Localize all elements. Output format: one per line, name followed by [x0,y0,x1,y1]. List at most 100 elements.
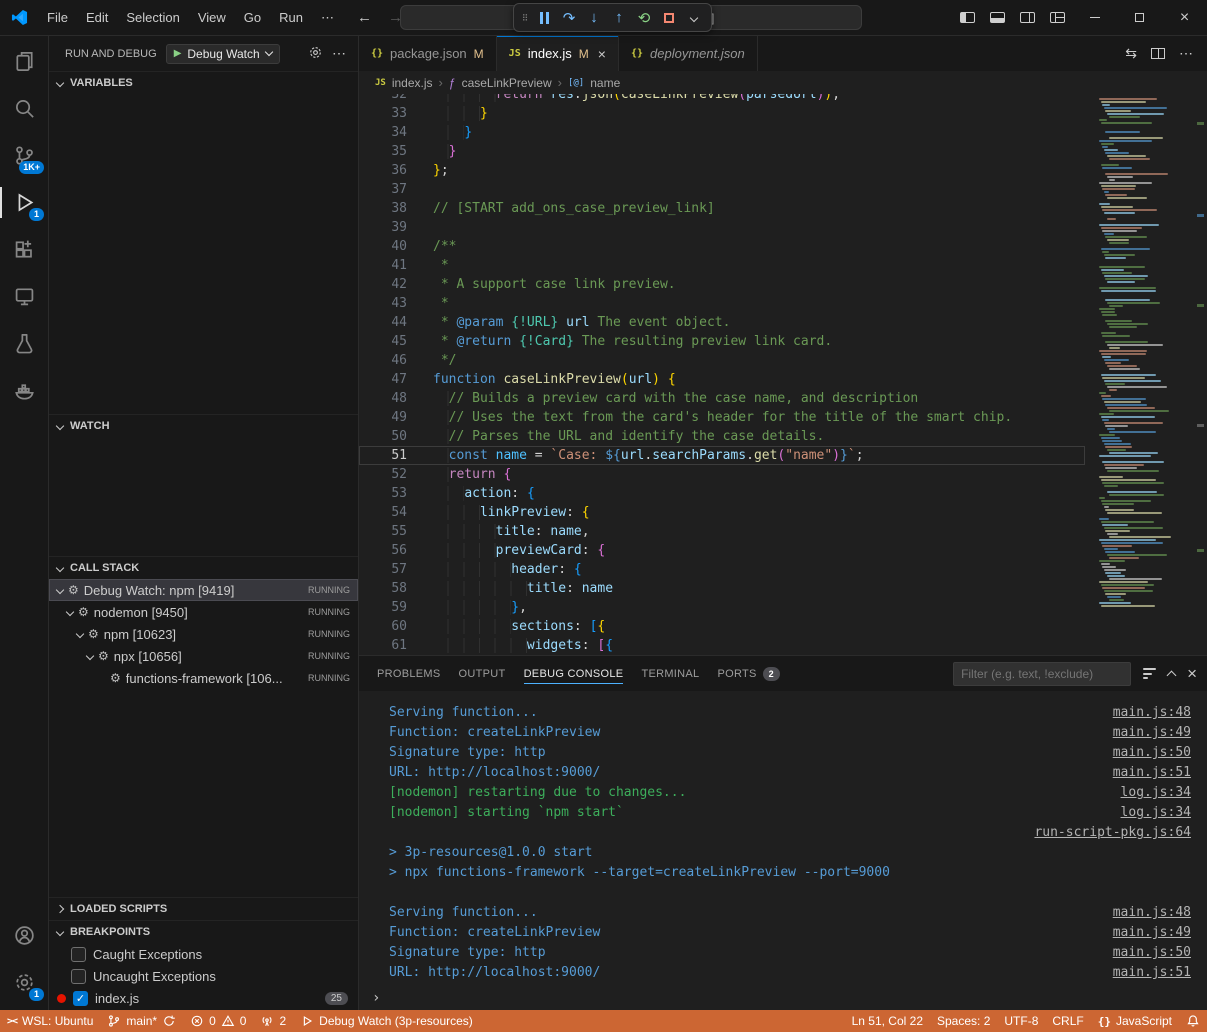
code-line[interactable]: 44 * @param {!URL} url The event object. [359,313,1085,332]
panel-tab-output[interactable]: OUTPUT [459,656,506,691]
code-line[interactable]: 61 widgets: [{ [359,636,1085,655]
problems-item[interactable]: 0 0 [183,1010,253,1032]
more-actions-icon[interactable]: ⋯ [1179,45,1193,62]
code-line[interactable]: 52 return { [359,465,1085,484]
breakpoint-checkbox[interactable]: ✓ [71,969,86,984]
code-line[interactable]: 53 action: { [359,484,1085,503]
toggle-panel-button[interactable] [982,0,1012,35]
back-arrow-icon[interactable]: ← [357,9,372,26]
sidebar-item-testing[interactable] [0,320,48,367]
console-source-link[interactable]: main.js:48 [1113,903,1191,923]
restart-button[interactable]: ⟲ [632,6,656,30]
callstack-item[interactable]: ⚙functions-framework [106...RUNNING [49,667,358,689]
git-branch-item[interactable]: main* [100,1010,183,1032]
open-changes-icon[interactable]: ⇆ [1125,45,1137,62]
code-line[interactable]: 35 } [359,142,1085,161]
menu-selection[interactable]: Selection [117,0,188,35]
indentation-item[interactable]: Spaces: 2 [930,1010,997,1032]
code-line[interactable]: 58 title: name [359,579,1085,598]
breakpoint-item[interactable]: ✓Uncaught Exceptions [49,965,358,987]
filter-icon[interactable] [1143,668,1156,679]
breakpoints-header[interactable]: BREAKPOINTS [49,921,358,943]
forwarded-ports-item[interactable]: 2 [253,1010,293,1032]
code-line[interactable]: 41 * [359,256,1085,275]
console-source-link[interactable]: main.js:51 [1113,963,1191,983]
notifications-item[interactable] [1179,1010,1207,1032]
breadcrumb-file[interactable]: index.js [392,76,433,90]
debug-settings-button[interactable] [308,45,323,63]
console-source-link[interactable]: main.js:48 [1113,703,1191,723]
breadcrumb-symbol[interactable]: caseLinkPreview [462,76,552,90]
console-input-prompt[interactable]: › [372,990,380,1006]
sidebar-item-explorer[interactable] [0,38,48,85]
code-line[interactable]: 40/** [359,237,1085,256]
code-line[interactable]: 42 * A support case link preview. [359,275,1085,294]
debug-config-dropdown[interactable]: ▶ Debug Watch [166,44,280,64]
console-source-link[interactable]: log.js:34 [1121,803,1191,823]
console-source-link[interactable]: main.js:49 [1113,923,1191,943]
command-center[interactable]: tu] ⠿ ↷ ↓ ↑ ⟲ [400,5,862,30]
console-source-link[interactable]: main.js:50 [1113,943,1191,963]
variables-header[interactable]: VARIABLES [49,72,358,94]
tab-deployment.json[interactable]: {}deployment.json [619,36,758,71]
tab-package.json[interactable]: {}package.jsonM [359,36,497,71]
breakpoint-item[interactable]: ✓index.js25 [49,987,358,1009]
code-line[interactable]: 38// [START add_ons_case_preview_link] [359,199,1085,218]
console-source-link[interactable]: run-script-pkg.js:64 [1034,823,1191,843]
language-mode-item[interactable]: {} JavaScript [1091,1010,1179,1032]
breakpoint-item[interactable]: ✓Caught Exceptions [49,943,358,965]
stop-button[interactable] [657,6,681,30]
minimize-button[interactable] [1072,0,1117,35]
settings-button[interactable]: 1 [0,959,48,1006]
sidebar-item-run-and-debug[interactable]: 1 [0,179,48,226]
code-line[interactable]: 46 */ [359,351,1085,370]
step-out-button[interactable]: ↑ [607,6,631,30]
breakpoint-checkbox[interactable]: ✓ [71,947,86,962]
sidebar-item-source-control[interactable]: 1K+ [0,132,48,179]
accounts-button[interactable] [0,912,48,959]
debug-console[interactable]: Serving function...main.js:48Function: c… [359,691,1207,1010]
code-line[interactable]: 51 const name = `Case: ${url.searchParam… [359,446,1085,465]
code-line[interactable]: 48 // Builds a preview card with the cas… [359,389,1085,408]
remote-indicator[interactable]: >< WSL: Ubuntu [0,1010,100,1032]
code-line[interactable]: 49 // Uses the text from the card's head… [359,408,1085,427]
code-line[interactable]: 43 * [359,294,1085,313]
code-line[interactable]: 54 linkPreview: { [359,503,1085,522]
callstack-item[interactable]: ⚙nodemon [9450]RUNNING [49,601,358,623]
code-line[interactable]: 39 [359,218,1085,237]
callstack-item[interactable]: ⚙npx [10656]RUNNING [49,645,358,667]
code-line[interactable]: 60 sections: [{ [359,617,1085,636]
minimap[interactable] [1097,94,1193,655]
menu-edit[interactable]: Edit [77,0,117,35]
menu-run[interactable]: Run [270,0,312,35]
console-source-link[interactable]: main.js:50 [1113,743,1191,763]
sidebar-item-docker[interactable] [0,367,48,414]
debug-session-dropdown[interactable] [682,6,706,30]
menu-file[interactable]: File [38,0,77,35]
drag-handle-icon[interactable]: ⠿ [519,14,531,22]
maximize-panel-icon[interactable] [1167,671,1177,681]
split-editor-icon[interactable] [1151,48,1165,59]
loaded-scripts-header[interactable]: LOADED SCRIPTS [49,898,358,920]
toggle-sidebar-button[interactable] [952,0,982,35]
close-panel-icon[interactable]: × [1187,664,1197,684]
panel-tab-terminal[interactable]: TERMINAL [641,656,699,691]
menu-go[interactable]: Go [235,0,270,35]
cursor-position-item[interactable]: Ln 51, Col 22 [845,1010,930,1032]
code-line[interactable]: 45 * @return {!Card} The resulting previ… [359,332,1085,351]
panel-tab-problems[interactable]: PROBLEMS [377,656,441,691]
breadcrumb-member[interactable]: name [590,76,620,90]
console-source-link[interactable]: log.js:34 [1121,783,1191,803]
menu-view[interactable]: View [189,0,235,35]
callstack-item[interactable]: ⚙Debug Watch: npm [9419]RUNNING [49,579,358,601]
code-line[interactable]: 36}; [359,161,1085,180]
sidebar-item-remote-explorer[interactable] [0,273,48,320]
code-line[interactable]: 34 } [359,123,1085,142]
start-debug-icon[interactable]: ▶ [174,48,182,59]
code-editor[interactable]: 32 return res.json(caseLinkPreview(parse… [359,94,1207,655]
toggle-secondary-sidebar-button[interactable] [1012,0,1042,35]
menu-⋯[interactable]: ⋯ [312,0,343,35]
code-line[interactable]: 33 } [359,104,1085,123]
console-source-link[interactable]: main.js:51 [1113,763,1191,783]
step-into-button[interactable]: ↓ [582,6,606,30]
